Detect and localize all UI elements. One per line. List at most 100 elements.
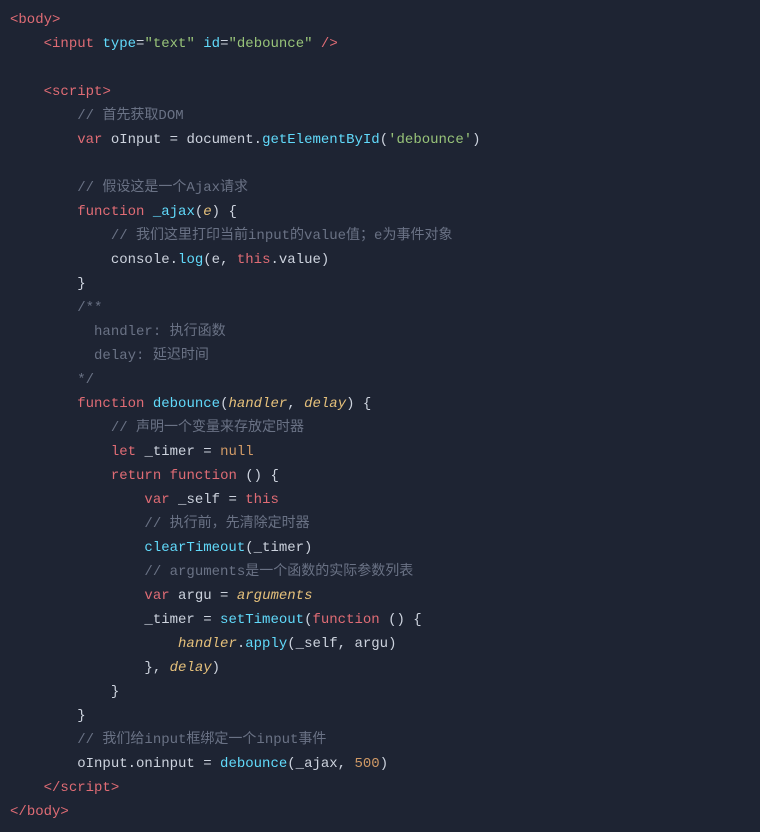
code-token bbox=[10, 248, 111, 272]
code-token bbox=[10, 704, 77, 728]
code-token: > bbox=[52, 8, 60, 32]
code-token: // 首先获取DOM bbox=[77, 104, 183, 128]
code-token: apply bbox=[245, 632, 287, 656]
code-token: null bbox=[220, 440, 254, 464]
code-token: (_ajax, bbox=[287, 752, 354, 776]
code-line: handler: 执行函数 bbox=[10, 320, 740, 344]
code-token: function bbox=[77, 200, 144, 224]
code-token: function bbox=[77, 392, 144, 416]
code-token: this bbox=[245, 488, 279, 512]
code-line bbox=[10, 152, 740, 176]
code-token: = bbox=[136, 32, 144, 56]
code-token bbox=[94, 32, 102, 56]
code-token bbox=[144, 392, 152, 416]
code-token bbox=[10, 416, 111, 440]
code-token: ) { bbox=[212, 200, 237, 224]
code-token: let bbox=[111, 440, 136, 464]
code-token bbox=[10, 128, 77, 152]
code-token: var bbox=[77, 128, 102, 152]
code-token: ( bbox=[195, 200, 203, 224]
code-token: oInput = document. bbox=[102, 128, 262, 152]
code-token: setTimeout bbox=[220, 608, 304, 632]
code-token: } bbox=[77, 704, 85, 728]
code-line bbox=[10, 56, 740, 80]
code-token: () { bbox=[237, 464, 279, 488]
code-token: , bbox=[287, 392, 304, 416]
code-token: . bbox=[170, 248, 178, 272]
code-line: </script> bbox=[10, 776, 740, 800]
code-token: ( bbox=[304, 608, 312, 632]
code-token: = bbox=[220, 32, 228, 56]
code-token bbox=[10, 728, 77, 752]
code-line: */ bbox=[10, 368, 740, 392]
code-token bbox=[10, 368, 77, 392]
code-token: _ajax bbox=[153, 200, 195, 224]
code-token: var bbox=[144, 584, 169, 608]
code-token: > bbox=[60, 800, 68, 824]
code-token: id bbox=[203, 32, 220, 56]
code-token: } bbox=[77, 272, 85, 296]
code-token bbox=[10, 200, 77, 224]
code-line: var argu = arguments bbox=[10, 584, 740, 608]
code-token: _timer = bbox=[144, 608, 220, 632]
code-token: . bbox=[237, 632, 245, 656]
code-token: */ bbox=[77, 368, 94, 392]
code-token: // 我们给input框绑定一个input事件 bbox=[77, 728, 326, 752]
code-token: _timer = bbox=[136, 440, 220, 464]
code-token bbox=[10, 392, 77, 416]
code-token: body bbox=[18, 8, 52, 32]
code-token: var bbox=[144, 488, 169, 512]
code-token: (_self, argu) bbox=[287, 632, 396, 656]
code-token: body bbox=[27, 800, 61, 824]
code-token: // 声明一个变量来存放定时器 bbox=[111, 416, 304, 440]
code-line: oInput.oninput = debounce(_ajax, 500) bbox=[10, 752, 740, 776]
code-line: // 假设这是一个Ajax请求 bbox=[10, 176, 740, 200]
code-token: delay: 延迟时间 bbox=[94, 344, 209, 368]
code-token: input bbox=[52, 32, 94, 56]
code-token: /** bbox=[77, 296, 102, 320]
code-line: // 我们给input框绑定一个input事件 bbox=[10, 728, 740, 752]
code-line: } bbox=[10, 704, 740, 728]
code-token: ) bbox=[212, 656, 220, 680]
code-line: }, delay) bbox=[10, 656, 740, 680]
code-token: debounce bbox=[220, 752, 287, 776]
code-token: arguments bbox=[237, 584, 313, 608]
code-editor: <body> <input type="text" id="debounce" … bbox=[0, 8, 760, 824]
code-line: } bbox=[10, 680, 740, 704]
code-token bbox=[10, 632, 178, 656]
code-line: } bbox=[10, 272, 740, 296]
code-token: ( bbox=[220, 392, 228, 416]
code-token: handler bbox=[178, 632, 237, 656]
code-token: }, bbox=[144, 656, 169, 680]
code-token: _self = bbox=[170, 488, 246, 512]
code-token: script bbox=[60, 776, 110, 800]
code-token bbox=[10, 584, 144, 608]
code-line: // 声明一个变量来存放定时器 bbox=[10, 416, 740, 440]
code-token bbox=[10, 680, 111, 704]
code-token: clearTimeout bbox=[144, 536, 245, 560]
code-line: _timer = setTimeout(function () { bbox=[10, 608, 740, 632]
code-token: log bbox=[178, 248, 203, 272]
code-token bbox=[10, 32, 44, 56]
code-token: handler: 执行函数 bbox=[94, 320, 226, 344]
code-token bbox=[195, 32, 203, 56]
code-line: // 执行前，先清除定时器 bbox=[10, 512, 740, 536]
code-token: > bbox=[102, 80, 110, 104]
code-token bbox=[10, 776, 44, 800]
code-token: argu = bbox=[170, 584, 237, 608]
code-token: .value) bbox=[270, 248, 329, 272]
code-token bbox=[10, 104, 77, 128]
code-token: } bbox=[111, 680, 119, 704]
code-token: "debounce" bbox=[229, 32, 313, 56]
code-line: console.log(e, this.value) bbox=[10, 248, 740, 272]
code-token: oInput.oninput = bbox=[77, 752, 220, 776]
code-line: </body> bbox=[10, 800, 740, 824]
code-token: script bbox=[52, 80, 102, 104]
code-token: ( bbox=[380, 128, 388, 152]
code-token bbox=[10, 488, 144, 512]
code-token: < bbox=[44, 32, 52, 56]
code-token: this bbox=[237, 248, 271, 272]
code-line: // arguments是一个函数的实际参数列表 bbox=[10, 560, 740, 584]
code-token bbox=[10, 344, 94, 368]
code-token: debounce bbox=[153, 392, 220, 416]
